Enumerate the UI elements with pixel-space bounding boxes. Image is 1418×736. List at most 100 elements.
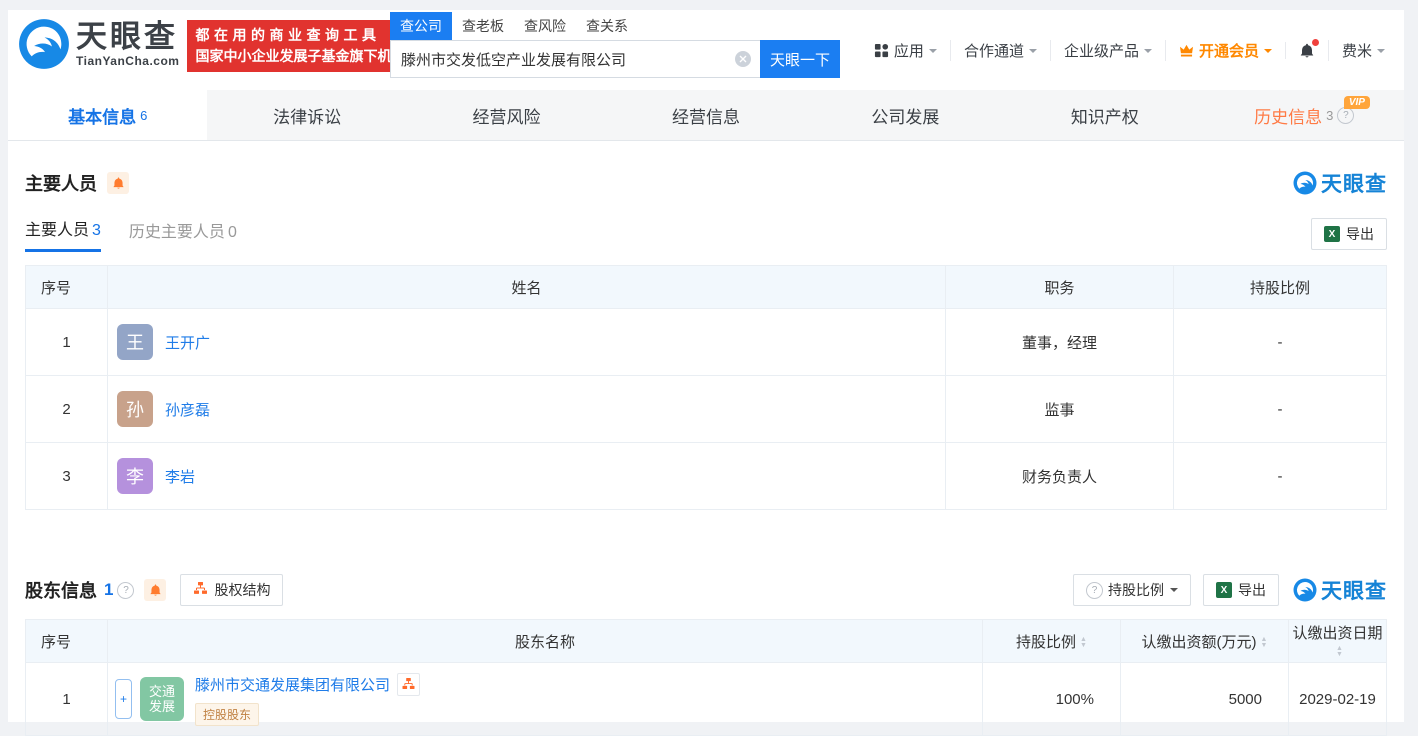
search-tab-boss[interactable]: 查老板 bbox=[452, 12, 514, 40]
shareholders-table: 序号 股东名称 持股比例 认缴出资额(万元) 认缴出资日期 1 交通 bbox=[25, 619, 1387, 736]
chevron-down-icon bbox=[1264, 49, 1272, 57]
personnel-table: 序号 姓名 职务 持股比例 1 王 王开广 董事，经理 - 2 bbox=[25, 265, 1387, 510]
slogan-line2: 国家中小企业发展子基金旗下机构 bbox=[195, 46, 421, 67]
nav-vip[interactable]: 开通会员 bbox=[1165, 40, 1285, 61]
top-navigation: 应用 合作通道 企业级产品 开通会员 费米 bbox=[861, 40, 1398, 61]
chevron-down-icon bbox=[1377, 49, 1385, 57]
subtab-history-personnel[interactable]: 历史主要人员0 bbox=[129, 218, 237, 251]
page-container: 天眼查 TianYanCha.com 都在用的商业查询工具 国家中小企业发展子基… bbox=[8, 10, 1404, 722]
column-header: 持股比例 bbox=[1174, 266, 1387, 309]
search-block: 查公司 查老板 查风险 查关系 天眼一下 bbox=[390, 14, 850, 78]
help-icon bbox=[1086, 582, 1103, 599]
chevron-down-icon bbox=[1170, 588, 1178, 596]
chevron-down-icon bbox=[1144, 49, 1152, 57]
search-input[interactable] bbox=[390, 40, 760, 78]
table-row: 2 孙 孙彦磊 监事 - bbox=[26, 376, 1387, 443]
tab-operating-info[interactable]: 经营信息 bbox=[606, 90, 805, 140]
table-row: 3 李 李岩 财务负责人 - bbox=[26, 443, 1387, 510]
personnel-title: 主要人员 bbox=[25, 170, 97, 196]
nav-user[interactable]: 费米 bbox=[1328, 40, 1398, 61]
nav-partner[interactable]: 合作通道 bbox=[950, 40, 1050, 61]
chevron-down-icon bbox=[929, 49, 937, 57]
column-header: 序号 bbox=[26, 620, 108, 663]
search-tab-company[interactable]: 查公司 bbox=[390, 12, 452, 40]
tab-legal[interactable]: 法律诉讼 bbox=[207, 90, 406, 140]
table-row: 1 交通 发展 滕州市交通发展集团有限公司 bbox=[26, 663, 1387, 736]
person-link[interactable]: 李岩 bbox=[165, 466, 195, 487]
export-button[interactable]: 导出 bbox=[1311, 218, 1387, 250]
controlling-shareholder-badge: 控股股东 bbox=[195, 703, 259, 726]
sort-icon bbox=[1080, 637, 1087, 649]
company-avatar: 交通 发展 bbox=[140, 677, 184, 721]
brand-swirl-icon bbox=[18, 18, 70, 70]
chevron-down-icon bbox=[1029, 49, 1037, 57]
header: 天眼查 TianYanCha.com 都在用的商业查询工具 国家中小企业发展子基… bbox=[8, 10, 1404, 90]
search-tabs: 查公司 查老板 查风险 查关系 bbox=[390, 14, 850, 40]
person-link[interactable]: 王开广 bbox=[165, 332, 210, 353]
shareholders-section: 股东信息 1 股权结构 持股比例 导出 bbox=[8, 574, 1404, 736]
expand-button[interactable] bbox=[115, 679, 132, 719]
tab-operating-risk[interactable]: 经营风险 bbox=[407, 90, 606, 140]
equity-structure-button[interactable]: 股权结构 bbox=[180, 574, 283, 606]
brand-swirl-icon bbox=[1293, 171, 1317, 195]
nav-apps[interactable]: 应用 bbox=[861, 40, 950, 61]
org-chart-icon bbox=[193, 582, 208, 598]
sort-icon bbox=[1261, 637, 1268, 649]
ratio-filter-button[interactable]: 持股比例 bbox=[1073, 574, 1191, 606]
clear-icon[interactable] bbox=[735, 51, 751, 67]
search-tab-relation[interactable]: 查关系 bbox=[576, 12, 638, 40]
export-button[interactable]: 导出 bbox=[1203, 574, 1279, 606]
person-link[interactable]: 孙彦磊 bbox=[165, 399, 210, 420]
ratio-cell: - bbox=[1174, 443, 1387, 510]
subscribe-bell-icon[interactable] bbox=[144, 579, 166, 601]
table-row: 1 王 王开广 董事，经理 - bbox=[26, 309, 1387, 376]
column-header-sortable[interactable]: 持股比例 bbox=[983, 620, 1121, 663]
shareholder-link[interactable]: 滕州市交通发展集团有限公司 bbox=[195, 674, 390, 695]
subscribe-bell-icon[interactable] bbox=[107, 172, 129, 194]
position-cell: 财务负责人 bbox=[946, 443, 1174, 510]
slogan-line1: 都在用的商业查询工具 bbox=[195, 25, 421, 46]
column-header: 股东名称 bbox=[108, 620, 983, 663]
help-icon[interactable] bbox=[1337, 107, 1354, 124]
search-tab-risk[interactable]: 查风险 bbox=[514, 12, 576, 40]
column-header: 序号 bbox=[26, 266, 108, 309]
tab-company-development[interactable]: 公司发展 bbox=[806, 90, 1005, 140]
avatar: 孙 bbox=[117, 391, 153, 427]
crown-icon bbox=[1179, 44, 1194, 57]
tianyancha-logo[interactable]: 天眼查 TianYanCha.com bbox=[18, 18, 179, 70]
brand-domain: TianYanCha.com bbox=[76, 54, 179, 68]
amount-cell: 5000 bbox=[1121, 663, 1289, 736]
vip-badge: VIP bbox=[1344, 96, 1370, 109]
nav-enterprise[interactable]: 企业级产品 bbox=[1050, 40, 1165, 61]
nav-notifications[interactable] bbox=[1285, 42, 1328, 59]
date-cell: 2029-02-19 bbox=[1289, 663, 1387, 736]
company-tab-bar: 基本信息 6 法律诉讼 经营风险 经营信息 公司发展 知识产权 VIP 历史信息… bbox=[8, 90, 1404, 141]
shareholders-title: 股东信息 bbox=[25, 577, 97, 603]
tab-basic-info[interactable]: 基本信息 6 bbox=[8, 90, 207, 140]
brand-name: 天眼查 bbox=[76, 20, 179, 54]
tab-intellectual-property[interactable]: 知识产权 bbox=[1005, 90, 1204, 140]
personnel-section: 主要人员 天眼查 主要人员3 历史主要人员0 导 bbox=[8, 168, 1404, 510]
column-header: 职务 bbox=[946, 266, 1174, 309]
avatar: 李 bbox=[117, 458, 153, 494]
notification-dot bbox=[1312, 39, 1319, 46]
ratio-cell: - bbox=[1174, 376, 1387, 443]
subtab-current-personnel[interactable]: 主要人员3 bbox=[25, 216, 101, 252]
ratio-cell: - bbox=[1174, 309, 1387, 376]
excel-icon bbox=[1324, 226, 1340, 242]
shareholders-count: 1 bbox=[104, 580, 113, 600]
position-cell: 监事 bbox=[946, 376, 1174, 443]
column-header: 姓名 bbox=[108, 266, 946, 309]
org-chart-icon[interactable] bbox=[397, 673, 420, 696]
search-button[interactable]: 天眼一下 bbox=[760, 40, 840, 78]
watermark-logo: 天眼查 bbox=[1293, 575, 1387, 605]
avatar: 王 bbox=[117, 324, 153, 360]
position-cell: 董事，经理 bbox=[946, 309, 1174, 376]
tab-history-info[interactable]: VIP 历史信息 3 bbox=[1205, 90, 1404, 140]
watermark-logo: 天眼查 bbox=[1293, 168, 1387, 198]
grid-icon bbox=[874, 43, 889, 58]
brand-swirl-icon bbox=[1293, 578, 1317, 602]
help-icon[interactable] bbox=[117, 582, 134, 599]
column-header-sortable[interactable]: 认缴出资额(万元) bbox=[1121, 620, 1289, 663]
column-header-sortable[interactable]: 认缴出资日期 bbox=[1289, 620, 1387, 663]
